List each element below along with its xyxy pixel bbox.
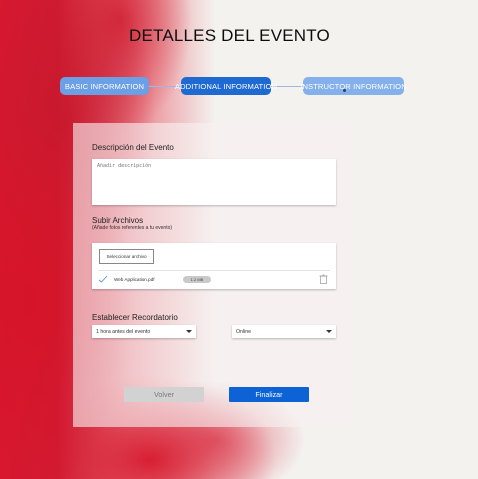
back-button[interactable]: Volver xyxy=(124,387,204,402)
reminder-time-value: 1 hora antes del evento xyxy=(96,328,151,335)
stepper-cursor-dot xyxy=(343,89,346,92)
step-basic-information[interactable]: BASIC INFORMATION xyxy=(60,77,149,95)
select-file-button[interactable]: Seleccionar archivo xyxy=(99,249,154,264)
chevron-down-icon xyxy=(186,330,192,333)
step-instructor-information[interactable]: INSTRUCTOR INFORMATION xyxy=(300,77,407,95)
reminder-channel-select[interactable]: Online xyxy=(232,325,336,338)
check-icon xyxy=(98,275,108,283)
upload-divider xyxy=(98,270,330,271)
description-label: Descripción del Evento xyxy=(92,143,174,152)
description-input[interactable] xyxy=(92,159,336,205)
trash-icon[interactable] xyxy=(319,274,328,284)
page-title: DETALLES DEL EVENTO xyxy=(129,26,330,45)
uploaded-file-name: Web Application.pdf xyxy=(114,277,155,282)
upload-card: Seleccionar archivo Web Application.pdf … xyxy=(92,243,336,289)
reminder-time-select[interactable]: 1 hora antes del evento xyxy=(92,325,196,338)
file-size-badge: 1.2 MB xyxy=(183,276,211,283)
finish-button[interactable]: Finalizar xyxy=(229,387,309,402)
uploads-label: Subir Archivos xyxy=(92,216,144,225)
reminder-channel-value: Online xyxy=(236,328,251,335)
step-additional-information[interactable]: ADDITIONAL INFORMATION xyxy=(175,77,277,95)
uploads-hint: (Añade fotos referentes a tu evento) xyxy=(92,225,173,231)
reminder-label: Establecer Recordatorio xyxy=(92,313,178,322)
chevron-down-icon xyxy=(326,330,332,333)
